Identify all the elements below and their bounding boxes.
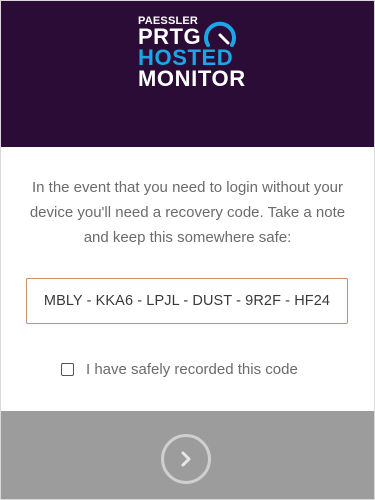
confirm-recorded-row[interactable]: I have safely recorded this code [61, 359, 298, 379]
chevron-right-icon [181, 451, 191, 467]
recovery-code-field[interactable]: MBLY - KKA6 - LPJL - DUST - 9R2F - HF24 [26, 278, 348, 324]
recovery-content: In the event that you need to login with… [1, 147, 374, 411]
confirm-checkbox[interactable] [61, 362, 74, 376]
gauge-icon [204, 21, 236, 47]
prtg-hosted-monitor-logo: PAESSLER PRTG HOSTED MONITOR [138, 15, 245, 91]
recovery-instructions: In the event that you need to login with… [29, 179, 346, 246]
recovery-code-value: MBLY - KKA6 - LPJL - DUST - 9R2F - HF24 [43, 293, 331, 309]
recovery-code-dialog: PAESSLER PRTG HOSTED MONITOR In the even… [0, 0, 375, 500]
confirm-label[interactable]: I have safely recorded this code [86, 361, 298, 378]
logo-monitor-text: MONITOR [138, 66, 246, 91]
header: PAESSLER PRTG HOSTED MONITOR [1, 1, 374, 147]
footer-bar [1, 411, 374, 499]
next-button[interactable] [161, 434, 211, 484]
